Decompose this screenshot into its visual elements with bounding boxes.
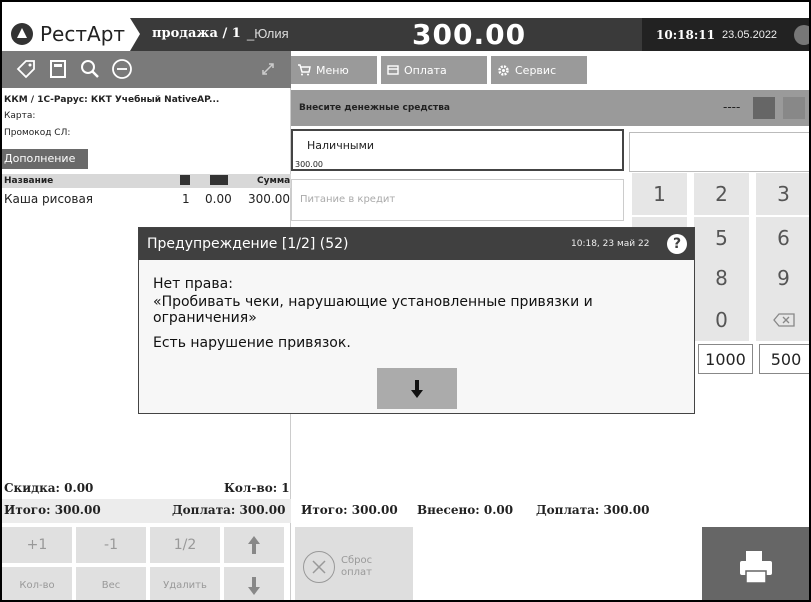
card-label: Карта: [4,111,36,121]
amount-input[interactable] [629,132,809,172]
item-sum: 300.00 [248,192,290,206]
discount-icon[interactable] [108,55,136,83]
order-toolbar [2,51,291,88]
left-topay: Доплата: 300.00 [172,503,286,517]
payment-summary: Итого: 300.00 Внесено: 0.00 Доплата: 300… [291,499,809,523]
dialog-line-3: Есть нарушение привязок. [153,335,351,351]
col-name: Название [4,176,54,186]
main-tabs: Меню Оплата Сервис [291,51,809,88]
prompt-dashes: ---- [723,100,741,114]
close-icon [303,551,335,583]
calculator-icon[interactable] [44,55,72,83]
printer-icon [740,551,772,584]
clock-time: 10:18:11 [656,28,715,42]
left-total: Итого: 300.00 [4,503,101,517]
app-name: РестАрт [40,22,126,46]
dialog-title: Предупреждение [1/2] (52) [147,236,349,252]
tab-payment[interactable]: Оплата [381,56,487,84]
dialog-header: Предупреждение [1/2] (52) 10:18, 23 май … [139,228,694,260]
summary-total: Итого: 300.00 [301,503,398,517]
extra-button[interactable]: Дополнение [2,149,88,169]
gear-icon [498,64,509,76]
top-bar: РестАрт продажа / 1 _Юлия 300.00 10:18:1… [2,18,809,51]
tag-icon[interactable] [12,55,40,83]
payment-prompt: Внесите денежные средства [299,103,450,113]
qty-button[interactable]: Кол-во [2,567,72,600]
key-0[interactable]: 0 [694,299,749,341]
col-sum: Сумма [257,176,291,186]
key-9[interactable]: 9 [756,257,809,299]
quick-500-button[interactable]: 500 [759,344,809,374]
discount-total: Скидка: 0.00 [4,481,94,495]
cash-label: Наличными [307,139,375,152]
user-name[interactable]: _Юлия [247,26,289,41]
dialog-line-1: Нет права: [153,276,233,292]
help-icon[interactable]: ? [667,234,687,254]
cart-icon [298,64,311,76]
reset-payments-button[interactable]: Сброс оплат [295,527,413,600]
logo-icon [11,23,33,45]
expand-icon[interactable] [254,55,282,83]
payment-credit[interactable]: Питание в кредит [291,179,624,221]
delete-button[interactable]: Удалить [150,567,220,600]
list-icon[interactable] [783,97,805,119]
discount-col-icon [210,175,228,185]
logo: РестАрт [2,18,130,51]
backspace-icon[interactable] [756,299,809,341]
warning-dialog: Предупреждение [1/2] (52) 10:18, 23 май … [138,227,695,414]
plus-one-button[interactable]: +1 [2,527,72,563]
search-icon[interactable] [76,55,104,83]
quick-1000-button[interactable]: 1000 [698,344,753,374]
key-1[interactable]: 1 [632,173,687,215]
cash-amount: 300.00 [295,160,323,169]
tab-service[interactable]: Сервис [491,56,587,84]
payment-cash[interactable]: Наличными 300.00 [291,129,624,171]
key-2[interactable]: 2 [694,173,749,215]
key-5[interactable]: 5 [694,217,749,259]
arrow-down-icon [411,379,423,398]
table-header: Название Сумма [2,174,291,188]
app-window: РестАрт продажа / 1 _Юлия 300.00 10:18:1… [0,0,811,602]
key-3[interactable]: 3 [756,173,809,215]
dialog-line-2: «Пробивать чеки, нарушающие установленны… [153,294,593,326]
calculator-icon[interactable] [753,97,775,119]
item-count: Кол-во: 1 [224,481,290,495]
arrow-down-icon[interactable] [224,567,284,600]
item-discount: 0.00 [205,192,232,206]
minus-one-button[interactable]: -1 [76,527,146,563]
print-button[interactable] [702,527,809,600]
reset-label: Сброс оплат [341,555,373,578]
kkm-info: ККМ / 1С-Рарус: ККТ Учебный NativeAP... [4,95,220,105]
mode-label: продажа / 1 [152,26,241,41]
key-6[interactable]: 6 [756,217,809,259]
help-icon[interactable] [794,25,809,45]
qty-col-icon [180,175,190,185]
arrow-up-icon[interactable] [224,527,284,563]
payment-prompt-bar: Внесите денежные средства ---- [291,90,809,126]
dialog-time: 10:18, 23 май 22 [571,239,650,249]
table-row[interactable]: Каша рисовая 1 0.00 300.00 [2,190,291,208]
promo-label: Промокод СЛ: [4,128,71,138]
credit-label: Питание в кредит [300,194,396,205]
weight-button[interactable]: Вес [76,567,146,600]
header-total: 300.00 [412,18,527,51]
clock-date: 23.05.2022 [722,29,778,41]
tab-menu[interactable]: Меню [291,56,377,84]
next-button[interactable] [377,368,457,409]
summary-topay: Доплата: 300.00 [536,503,650,517]
payment-icon [387,65,399,75]
half-button[interactable]: 1/2 [150,527,220,563]
item-qty: 1 [182,192,190,206]
summary-paid: Внесено: 0.00 [417,503,514,517]
item-name: Каша рисовая [4,192,94,206]
key-8[interactable]: 8 [694,257,749,299]
